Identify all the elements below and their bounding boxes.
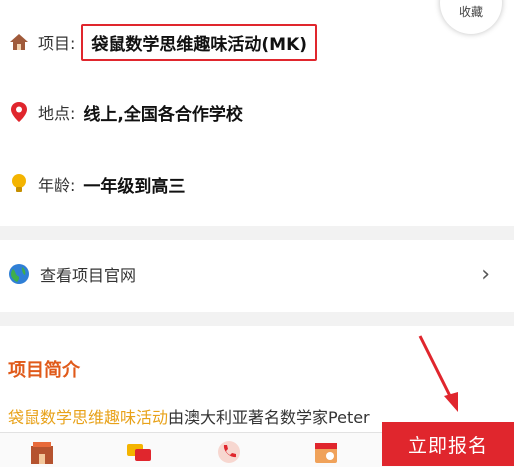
intro-highlight: 袋鼠数学思维趣味活动 <box>8 408 169 427</box>
location-label: 地点: <box>38 104 76 123</box>
shop-icon[interactable] <box>28 439 56 465</box>
chat-icon[interactable] <box>125 439 153 465</box>
intro-title: 项目简介 <box>8 360 80 381</box>
globe-icon <box>8 263 30 285</box>
phone-icon[interactable] <box>215 439 243 465</box>
location-value: 线上,全国各合作学校 <box>83 104 243 125</box>
project-row: 项目: 袋鼠数学思维趣味活动(MK) <box>0 22 514 62</box>
lightbulb-icon <box>8 173 30 195</box>
project-value: 袋鼠数学思维趣味活动(MK) <box>91 34 308 55</box>
website-label: 查看项目官网 <box>40 266 137 285</box>
arrow-annotation <box>418 335 458 412</box>
calendar-icon[interactable] <box>312 439 340 465</box>
project-highlight-box: 袋鼠数学思维趣味活动(MK) <box>81 23 318 61</box>
location-row: 地点: 线上,全国各合作学校 <box>0 96 514 128</box>
website-link[interactable]: 查看项目官网 › <box>0 248 514 300</box>
section-divider <box>0 226 514 240</box>
favorite-label: 收藏 <box>458 5 483 19</box>
age-value: 一年级到高三 <box>83 176 186 197</box>
age-label: 年龄: <box>38 176 76 195</box>
location-pin-icon <box>8 101 30 123</box>
signup-button[interactable]: 立即报名 <box>382 422 514 466</box>
intro-text: 袋鼠数学思维趣味活动由澳大利亚著名数学家Peter <box>8 404 370 428</box>
intro-body: 由澳大利亚著名数学家Peter <box>168 408 370 427</box>
chevron-right-icon: › <box>481 261 490 287</box>
section-divider-2 <box>0 312 514 326</box>
age-row: 年龄: 一年级到高三 <box>0 168 514 200</box>
project-label: 项目: <box>38 34 76 53</box>
home-icon <box>8 31 30 53</box>
